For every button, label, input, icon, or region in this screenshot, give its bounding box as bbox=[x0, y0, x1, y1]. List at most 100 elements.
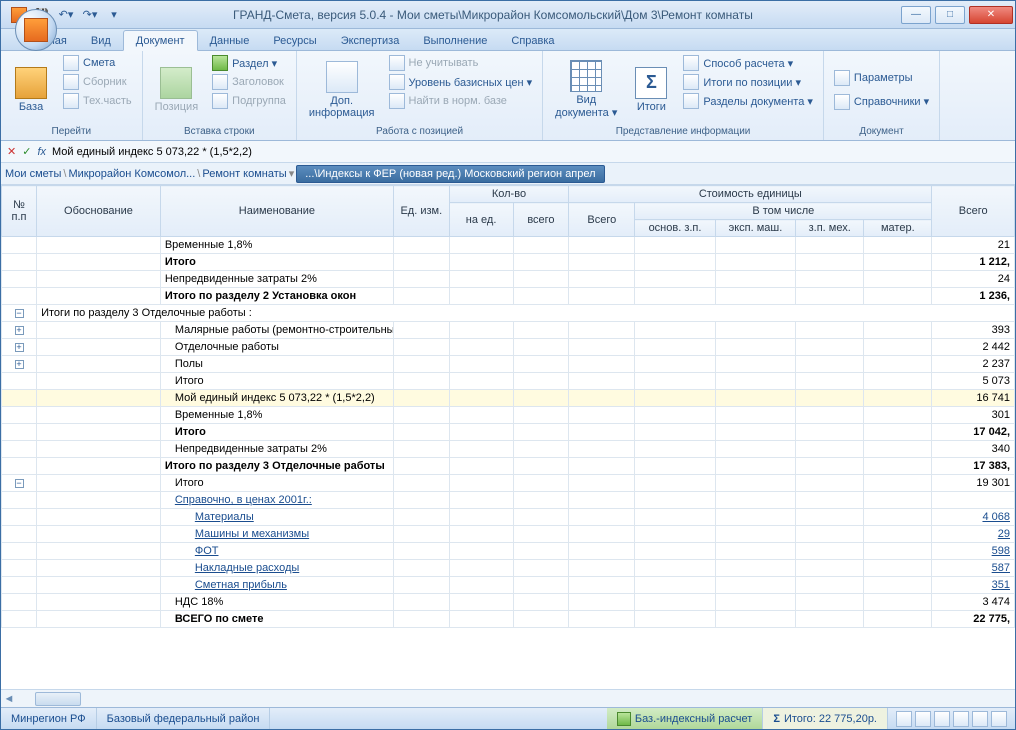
table-row[interactable]: Накладные расходы587 bbox=[2, 560, 1015, 577]
qat-more-icon[interactable]: ▾ bbox=[105, 6, 123, 24]
redo-icon[interactable]: ↷▾ bbox=[81, 6, 99, 24]
status-region1[interactable]: Минрегион РФ bbox=[1, 708, 97, 729]
docview-button[interactable]: Вид документа ▾ bbox=[549, 54, 623, 125]
table-row[interactable]: Машины и механизмы29 bbox=[2, 526, 1015, 543]
status-total[interactable]: Σ Итого: 22 775,20р. bbox=[763, 708, 888, 729]
th-s4[interactable]: з.п. мех. bbox=[796, 220, 864, 237]
tab-help[interactable]: Справка bbox=[499, 31, 566, 50]
table-row[interactable]: Итого17 042, bbox=[2, 424, 1015, 441]
th-vtom[interactable]: В том числе bbox=[635, 203, 932, 220]
table-row[interactable]: −Итоги по разделу 3 Отделочные работы : bbox=[2, 305, 1015, 322]
th-s3[interactable]: эксп. маш. bbox=[715, 220, 795, 237]
statusbar: Минрегион РФ Базовый федеральный район Б… bbox=[1, 707, 1015, 729]
postotals-button[interactable]: Итоги по позиции ▾ bbox=[679, 73, 817, 91]
th-s2[interactable]: основ. з.п. bbox=[635, 220, 715, 237]
table-row[interactable]: Временные 1,8%21 bbox=[2, 237, 1015, 254]
app-menu-button[interactable] bbox=[15, 9, 57, 51]
addinfo-button[interactable]: Доп. информация bbox=[303, 54, 381, 125]
th-total[interactable]: Всего bbox=[932, 186, 1015, 237]
crumb-1[interactable]: Мои сметы bbox=[5, 168, 61, 180]
th-naim[interactable]: Наименование bbox=[160, 186, 393, 237]
scroll-left-icon[interactable]: ◄ bbox=[1, 691, 17, 707]
table-row[interactable]: Итого1 212, bbox=[2, 254, 1015, 271]
crumb-3[interactable]: Ремонт комнаты bbox=[202, 168, 286, 180]
tree-toggle-icon[interactable]: + bbox=[15, 326, 24, 335]
table-row[interactable]: Непредвиденные затраты 2%340 bbox=[2, 441, 1015, 458]
th-ed[interactable]: Ед. изм. bbox=[393, 186, 449, 237]
sbornik-button[interactable]: Сборник bbox=[59, 73, 136, 91]
tree-toggle-icon[interactable]: − bbox=[15, 479, 24, 488]
tab-resources[interactable]: Ресурсы bbox=[261, 31, 328, 50]
baseprice-button[interactable]: Уровень базисных цен ▾ bbox=[385, 73, 537, 91]
techpart-button[interactable]: Тех.часть bbox=[59, 92, 136, 110]
th-k2[interactable]: всего bbox=[513, 203, 569, 237]
cancel-formula-icon[interactable]: ✕ bbox=[7, 145, 16, 158]
subgroup-button[interactable]: Подгруппа bbox=[208, 92, 290, 110]
calcmethod-button[interactable]: Способ расчета ▾ bbox=[679, 54, 817, 72]
tab-view[interactable]: Вид bbox=[79, 31, 123, 50]
table-row[interactable]: Материалы4 068 bbox=[2, 509, 1015, 526]
status-region2[interactable]: Базовый федеральный район bbox=[97, 708, 271, 729]
refs-button[interactable]: Справочники ▾ bbox=[830, 93, 933, 111]
status-icon[interactable] bbox=[972, 711, 988, 727]
maximize-button[interactable]: □ bbox=[935, 6, 965, 24]
status-icon[interactable] bbox=[896, 711, 912, 727]
status-icon[interactable] bbox=[915, 711, 931, 727]
table-row[interactable]: Мой единый индекс 5 073,22 * (1,5*2,2)16… bbox=[2, 390, 1015, 407]
th-s1[interactable]: Всего bbox=[569, 203, 635, 237]
table-row[interactable]: НДС 18%3 474 bbox=[2, 594, 1015, 611]
close-button[interactable]: ✕ bbox=[969, 6, 1013, 24]
params-button[interactable]: Параметры bbox=[830, 69, 933, 87]
minimize-button[interactable]: — bbox=[901, 6, 931, 24]
table-row[interactable]: Временные 1,8%301 bbox=[2, 407, 1015, 424]
table-row[interactable]: Справочно, в ценах 2001г.: bbox=[2, 492, 1015, 509]
tab-expertise[interactable]: Экспертиза bbox=[329, 31, 412, 50]
th-obos[interactable]: Обоснование bbox=[37, 186, 161, 237]
section-button[interactable]: Раздел ▾ bbox=[208, 54, 290, 72]
header-button[interactable]: Заголовок bbox=[208, 73, 290, 91]
tab-execution[interactable]: Выполнение bbox=[411, 31, 499, 50]
th-k1[interactable]: на ед. bbox=[449, 203, 513, 237]
accept-formula-icon[interactable]: ✓ bbox=[22, 145, 31, 158]
table-row[interactable]: Непредвиденные затраты 2%24 bbox=[2, 271, 1015, 288]
table-row[interactable]: Итого5 073 bbox=[2, 373, 1015, 390]
docsections-button[interactable]: Разделы документа ▾ bbox=[679, 92, 817, 110]
th-s5[interactable]: матер. bbox=[864, 220, 932, 237]
tree-toggle-icon[interactable]: + bbox=[15, 360, 24, 369]
status-calcmode[interactable]: Баз.-индексный расчет bbox=[607, 708, 763, 729]
findnorm-button[interactable]: Найти в норм. базе bbox=[385, 92, 537, 110]
th-nn[interactable]: № п.п bbox=[2, 186, 37, 237]
table-row[interactable]: +Полы2 237 bbox=[2, 356, 1015, 373]
base-button[interactable]: База bbox=[7, 54, 55, 125]
status-icon[interactable] bbox=[953, 711, 969, 727]
table-row[interactable]: Итого по разделу 2 Установка окон1 236, bbox=[2, 288, 1015, 305]
tab-document[interactable]: Документ bbox=[123, 30, 198, 51]
table-row[interactable]: −Итого19 301 bbox=[2, 475, 1015, 492]
th-kolvo[interactable]: Кол-во bbox=[449, 186, 569, 203]
crumb-2[interactable]: Микрорайон Комсомол... bbox=[68, 168, 195, 180]
breadcrumb-tab[interactable]: ...\Индексы к ФЕР (новая ред.) Московски… bbox=[296, 165, 604, 183]
tree-toggle-icon[interactable]: − bbox=[15, 309, 24, 318]
position-button[interactable]: Позиция bbox=[149, 54, 205, 125]
tree-toggle-icon[interactable]: + bbox=[15, 343, 24, 352]
table-row[interactable]: Сметная прибыль351 bbox=[2, 577, 1015, 594]
table-row[interactable]: +Отделочные работы2 442 bbox=[2, 339, 1015, 356]
gear-icon bbox=[834, 70, 850, 86]
formula-input[interactable] bbox=[52, 146, 1009, 158]
undo-icon[interactable]: ↶▾ bbox=[57, 6, 75, 24]
table-row[interactable]: ВСЕГО по смете22 775, bbox=[2, 611, 1015, 628]
status-icon[interactable] bbox=[934, 711, 950, 727]
table-row[interactable]: ФОТ598 bbox=[2, 543, 1015, 560]
tab-data[interactable]: Данные bbox=[198, 31, 262, 50]
horizontal-scrollbar[interactable]: ◄ bbox=[1, 689, 1015, 707]
totals-button[interactable]: ΣИтоги bbox=[627, 54, 675, 125]
status-icon[interactable] bbox=[991, 711, 1007, 727]
scroll-thumb[interactable] bbox=[35, 692, 81, 706]
smeta-button[interactable]: Смета bbox=[59, 54, 136, 72]
table-row[interactable]: +Малярные работы (ремонтно-строительные)… bbox=[2, 322, 1015, 339]
fx-icon[interactable]: fx bbox=[37, 146, 46, 158]
ignore-button[interactable]: Не учитывать bbox=[385, 54, 537, 72]
th-stoim[interactable]: Стоимость единицы bbox=[569, 186, 932, 203]
table-row[interactable]: Итого по разделу 3 Отделочные работы17 3… bbox=[2, 458, 1015, 475]
estimate-grid[interactable]: № п.п Обоснование Наименование Ед. изм. … bbox=[1, 185, 1015, 689]
